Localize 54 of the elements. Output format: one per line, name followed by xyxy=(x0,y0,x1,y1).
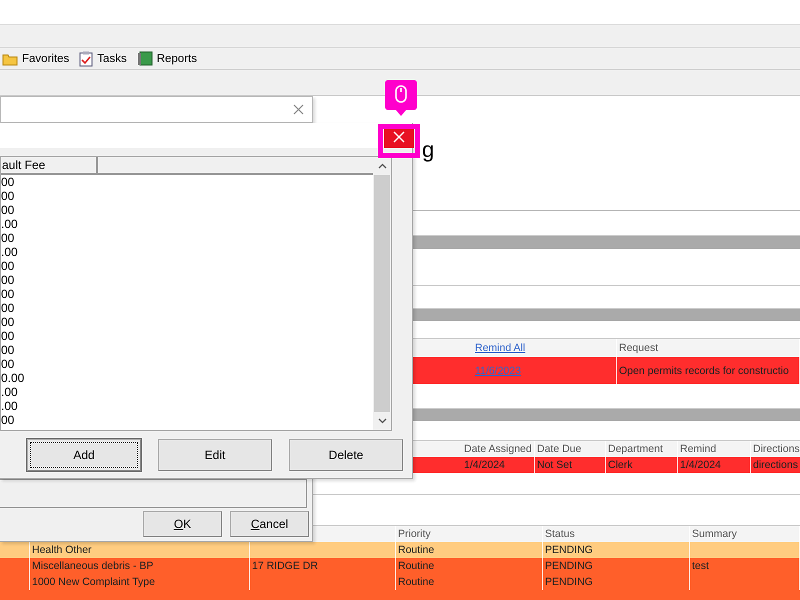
list-item[interactable]: .00 xyxy=(1,385,18,399)
dialog-button[interactable]: Cancel xyxy=(230,511,309,537)
toolbar-item[interactable]: Reports xyxy=(136,50,197,67)
dialog-button[interactable]: OK xyxy=(143,511,222,537)
table-cell: Health Other xyxy=(32,544,92,556)
clear-icon[interactable] xyxy=(293,104,304,115)
table-cell: 17 RIDGE DR xyxy=(252,560,318,572)
table-cell: 1000 New Complaint Type xyxy=(32,576,155,588)
table-cell: PENDING xyxy=(545,560,593,572)
table-cell: PENDING xyxy=(545,544,593,556)
list-item[interactable]: 00 xyxy=(1,231,14,245)
scroll-down-icon[interactable] xyxy=(378,418,386,424)
table-cell: Routine xyxy=(398,576,434,588)
column-header[interactable]: ault Fee xyxy=(1,157,98,175)
list-item[interactable]: 00 xyxy=(1,413,14,427)
close-icon[interactable] xyxy=(393,131,405,143)
table-cell: test xyxy=(692,560,709,572)
dialog-button[interactable]: Delete xyxy=(289,439,403,471)
list-item[interactable]: 00 xyxy=(1,203,14,217)
clipboard-icon xyxy=(79,50,94,67)
table-cell: Routine xyxy=(398,560,434,572)
list-item[interactable]: 00 xyxy=(1,287,14,301)
list-item[interactable]: 00 xyxy=(1,273,14,287)
table-cell: PENDING xyxy=(545,576,593,588)
table-cell: Routine xyxy=(398,544,434,556)
complaint-row[interactable]: 1000 New Complaint Type Routine PENDING xyxy=(0,574,800,590)
dialog-button[interactable]: Edit xyxy=(158,439,272,471)
list-item[interactable]: 00 xyxy=(1,343,14,357)
folder-icon xyxy=(2,52,18,66)
list-item[interactable]: 00 xyxy=(1,301,14,315)
list-item[interactable]: .00 xyxy=(1,245,18,259)
list-item[interactable]: 00 xyxy=(1,315,14,329)
column-header[interactable] xyxy=(98,157,373,175)
list-item[interactable]: 00 xyxy=(1,189,14,203)
complaint-row[interactable]: Miscellaneous debris - BP 17 RIDGE DR Routine PENDING test xyxy=(0,558,800,574)
scroll-up-icon[interactable] xyxy=(378,163,386,169)
complaint-row[interactable]: Health Other Routine PENDING xyxy=(0,542,800,558)
heading-text: g xyxy=(422,137,434,162)
list-item[interactable]: .00 xyxy=(1,399,18,413)
list-item[interactable]: .00 xyxy=(1,217,18,231)
toolbar-item[interactable]: Favorites xyxy=(2,52,70,66)
list-item[interactable]: 00 xyxy=(1,175,14,189)
remind-all-link[interactable]: Remind All xyxy=(475,342,526,354)
list-item[interactable]: 00 xyxy=(1,259,14,273)
list-item[interactable]: 00 xyxy=(1,357,14,371)
book-icon xyxy=(136,50,153,67)
highlight-frame xyxy=(378,124,420,158)
dialog-button[interactable]: Add xyxy=(27,439,141,471)
search-field[interactable] xyxy=(0,96,313,123)
list-item[interactable]: 0.00 xyxy=(1,371,24,385)
table-cell: Miscellaneous debris - BP xyxy=(32,560,154,572)
scrollbar[interactable] xyxy=(373,157,391,430)
list-item[interactable]: 00 xyxy=(1,329,14,343)
toolbar-item[interactable]: Tasks xyxy=(79,50,127,67)
